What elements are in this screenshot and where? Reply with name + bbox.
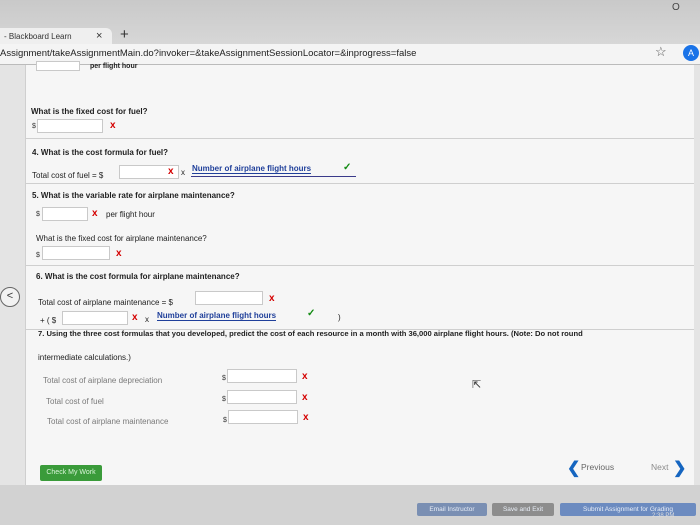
tab-title: - Blackboard Learn bbox=[4, 32, 72, 41]
fuel-fixed-label: What is the fixed cost for fuel? bbox=[31, 107, 148, 116]
incorrect-x-icon: x bbox=[132, 312, 138, 323]
times-sign: x bbox=[145, 315, 149, 324]
fuel-fixed-input[interactable] bbox=[37, 119, 103, 133]
incorrect-x-icon: x bbox=[269, 293, 275, 304]
divider bbox=[26, 138, 694, 139]
link-underline bbox=[191, 176, 356, 177]
previous-arrow-icon[interactable]: ❮ bbox=[567, 458, 580, 478]
new-tab-icon[interactable]: + bbox=[120, 26, 129, 43]
correct-check-icon: ✓ bbox=[343, 162, 352, 173]
close-paren: ) bbox=[338, 313, 341, 322]
email-instructor-button[interactable]: Email Instructor bbox=[417, 503, 487, 516]
divider bbox=[26, 265, 694, 266]
mouse-cursor-icon: ⇱ bbox=[472, 379, 482, 391]
incorrect-x-icon: x bbox=[92, 208, 98, 219]
page-area: per flight hour What is the fixed cost f… bbox=[0, 61, 700, 525]
q4-label: 4. What is the cost formula for fuel? bbox=[32, 148, 169, 157]
maint-rate-input[interactable] bbox=[42, 207, 88, 221]
url-text[interactable]: Assignment/takeAssignmentMain.do?invoker… bbox=[0, 48, 416, 59]
correct-check-icon: ✓ bbox=[307, 308, 316, 319]
dollar-sign: $ bbox=[223, 417, 227, 424]
q7-row-label: Total cost of airplane depreciation bbox=[43, 376, 163, 385]
predict-depreciation-input[interactable] bbox=[227, 369, 297, 383]
incorrect-x-icon: x bbox=[110, 120, 116, 131]
tab-close-icon[interactable]: × bbox=[96, 30, 102, 42]
q6-plus-open: + ( $ bbox=[40, 316, 57, 325]
maint-fixed-label: What is the fixed cost for airplane main… bbox=[36, 234, 207, 243]
next-button[interactable]: Next bbox=[651, 462, 668, 472]
maint-fixed-input[interactable] bbox=[42, 246, 110, 260]
dollar-sign: $ bbox=[32, 123, 36, 130]
q7-row-label: Total cost of airplane maintenance bbox=[47, 417, 169, 426]
q7-label-note: intermediate calculations.) bbox=[38, 353, 131, 362]
next-arrow-icon[interactable]: ❯ bbox=[673, 458, 686, 478]
dollar-sign: $ bbox=[222, 375, 226, 382]
q6-formula-prefix: Total cost of airplane maintenance = $ bbox=[38, 298, 173, 307]
window-control-icon[interactable]: O bbox=[672, 2, 680, 13]
dollar-sign: $ bbox=[222, 396, 226, 403]
maint-formula-fixed-input[interactable] bbox=[62, 311, 128, 325]
save-and-exit-button[interactable]: Save and Exit bbox=[492, 503, 554, 516]
profile-avatar[interactable]: A bbox=[683, 45, 699, 61]
fuel-driver-link[interactable]: Number of airplane flight hours bbox=[192, 164, 312, 174]
times-sign: x bbox=[181, 168, 185, 177]
incorrect-x-icon: x bbox=[302, 392, 308, 403]
incorrect-x-icon: x bbox=[116, 248, 122, 259]
maint-rate-unit: per flight hour bbox=[106, 210, 155, 219]
q6-label: 6. What is the cost formula for airplane… bbox=[36, 272, 240, 281]
incorrect-x-icon: x bbox=[168, 166, 174, 177]
incorrect-x-icon: x bbox=[303, 412, 309, 423]
q4-formula-prefix: Total cost of fuel = $ bbox=[32, 171, 104, 180]
dollar-sign: $ bbox=[36, 252, 40, 259]
predict-fuel-input[interactable] bbox=[227, 390, 297, 404]
bookmark-star-icon[interactable]: ☆ bbox=[655, 44, 667, 60]
tab-blackboard[interactable]: - Blackboard Learn × bbox=[0, 28, 112, 45]
back-arrow-icon[interactable]: < bbox=[0, 287, 20, 307]
maint-driver-link[interactable]: Number of airplane flight hours bbox=[157, 311, 277, 321]
address-bar[interactable]: Assignment/takeAssignmentMain.do?invoker… bbox=[0, 44, 700, 65]
assignment-content: per flight hour What is the fixed cost f… bbox=[25, 61, 694, 485]
tab-strip: - Blackboard Learn × + O bbox=[0, 0, 700, 45]
clock-time: 2:38 PM bbox=[652, 513, 675, 519]
previous-button[interactable]: Previous bbox=[581, 462, 614, 472]
predict-maintenance-input[interactable] bbox=[228, 410, 298, 424]
partial-unit-label: per flight hour bbox=[90, 63, 138, 70]
check-my-work-button[interactable]: Check My Work bbox=[40, 465, 102, 481]
incorrect-x-icon: x bbox=[302, 371, 308, 382]
submit-assignment-button[interactable]: Submit Assignment for Grading bbox=[560, 503, 696, 516]
maint-formula-rate-input[interactable] bbox=[195, 291, 263, 305]
q7-row-label: Total cost of fuel bbox=[46, 397, 104, 406]
q5-label: 5. What is the variable rate for airplan… bbox=[32, 191, 235, 200]
q7-label: 7. Using the three cost formulas that yo… bbox=[38, 329, 583, 338]
divider bbox=[26, 183, 694, 184]
browser-window: - Blackboard Learn × + O Assignment/take… bbox=[0, 0, 700, 525]
dollar-sign: $ bbox=[36, 211, 40, 218]
prev-rate-input[interactable] bbox=[36, 61, 80, 71]
